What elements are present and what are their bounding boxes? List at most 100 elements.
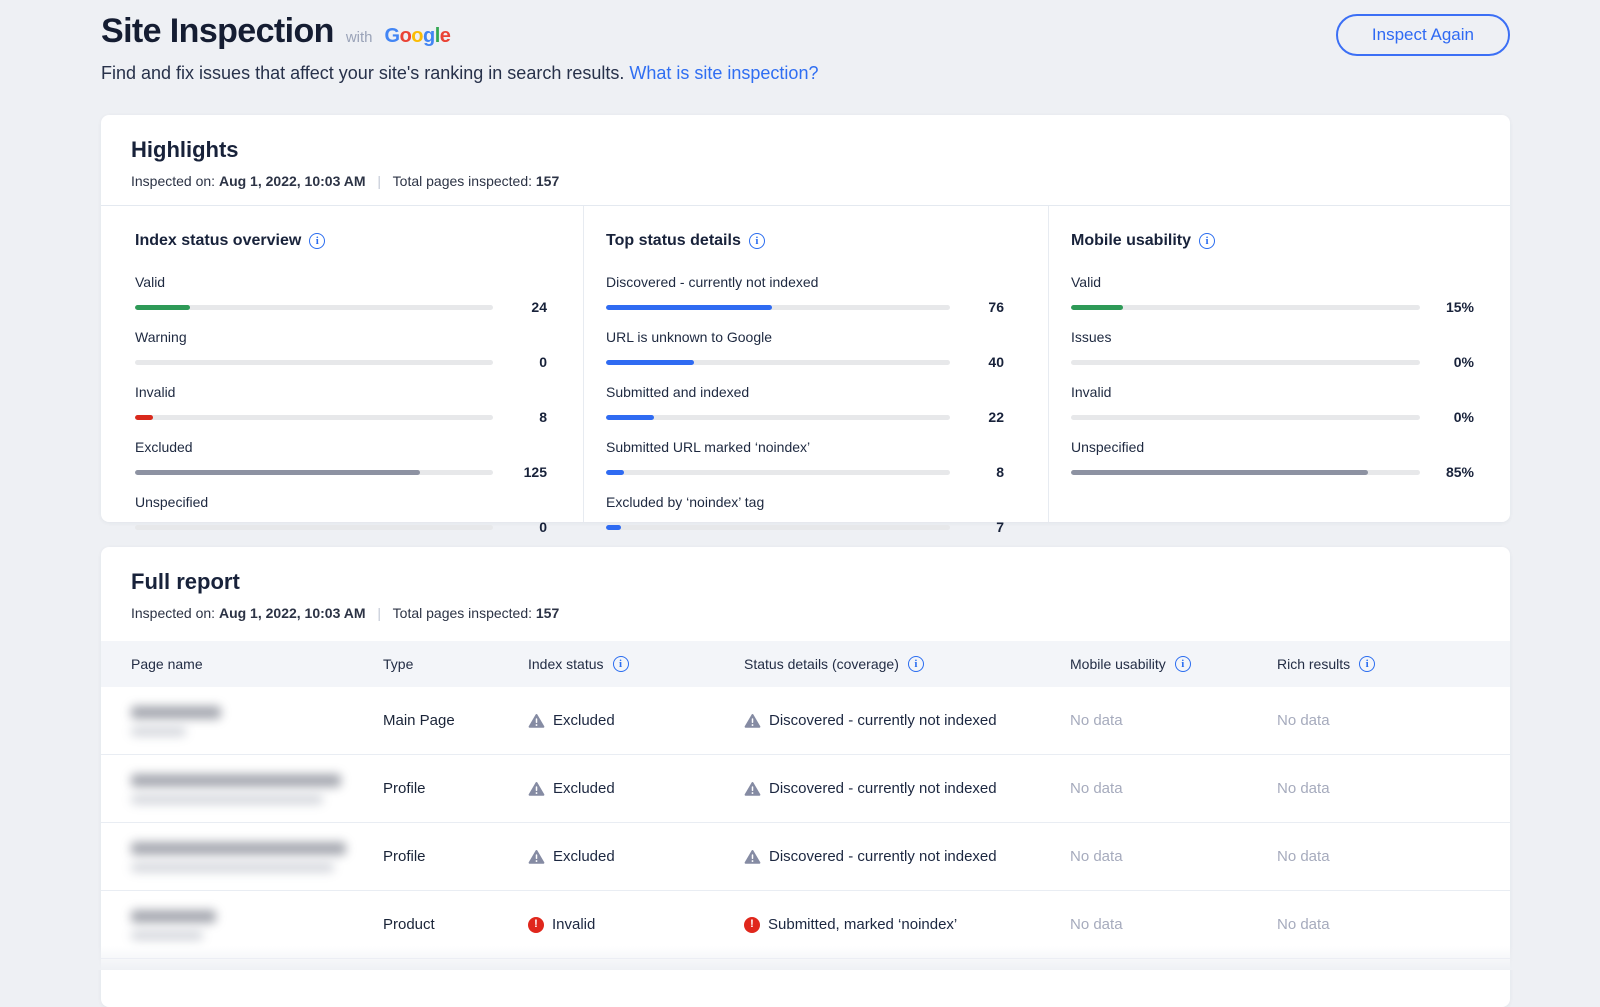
progress-bar-fill — [606, 525, 621, 530]
rich-results-cell: No data — [1277, 712, 1510, 729]
highlights-columns: Index status overviewiValid24Warning0Inv… — [101, 206, 1510, 522]
stat-bar-row: 0% — [1071, 354, 1474, 370]
stat-bar-row: 125 — [135, 464, 547, 480]
status-details-label: Discovered - currently not indexed — [769, 712, 997, 729]
stat-bar-row: 8 — [606, 464, 1004, 480]
stat-bar-row: 40 — [606, 354, 1004, 370]
highlights-card: Highlights Inspected on: Aug 1, 2022, 10… — [101, 115, 1510, 522]
column-header-type: Type — [383, 656, 528, 672]
inspected-on-label: Inspected on: — [131, 173, 215, 189]
stat-row: Submitted and indexed22 — [606, 384, 1004, 425]
stat-value: 0 — [511, 354, 547, 370]
stat-row: Invalid8 — [135, 384, 547, 425]
stat-label: Submitted URL marked ‘noindex’ — [606, 439, 1004, 455]
progress-bar-track — [606, 525, 950, 530]
stat-label: Invalid — [135, 384, 547, 400]
progress-bar-track — [135, 415, 493, 420]
stat-row: Excluded by ‘noindex’ tag7 — [606, 494, 1004, 535]
stat-row: URL is unknown to Google40 — [606, 329, 1004, 370]
mobile-usability-cell: No data — [1070, 780, 1277, 797]
highlights-column-2: Top status detailsiDiscovered - currentl… — [583, 206, 1048, 522]
progress-bar-track — [135, 470, 493, 475]
progress-bar-fill — [606, 305, 772, 310]
page-type-cell: Profile — [383, 848, 528, 865]
progress-bar-fill — [1071, 470, 1368, 475]
highlights-title: Highlights — [131, 137, 1480, 163]
redacted-name-line — [131, 842, 346, 855]
column-header-label: Page name — [131, 656, 203, 672]
column-header-label: Rich results — [1277, 656, 1350, 672]
report-table-header: Page nameTypeIndex statusiStatus details… — [101, 641, 1510, 687]
warning-triangle-icon — [744, 781, 761, 797]
status-details-cell: Discovered - currently not indexed — [744, 848, 1070, 865]
inspected-on-value: Aug 1, 2022, 10:03 AM — [219, 173, 366, 189]
stat-value: 76 — [968, 299, 1004, 315]
rich-results-cell: No data — [1277, 780, 1510, 797]
google-letter: e — [440, 25, 451, 47]
column-header-mobile-usability: Mobile usabilityi — [1070, 656, 1277, 672]
table-row[interactable]: ProfileExcludedDiscovered - currently no… — [101, 755, 1510, 823]
column-header-status-details-coverage: Status details (coverage) i — [744, 656, 1070, 672]
info-icon[interactable]: i — [1199, 233, 1215, 249]
inspected-on-value: Aug 1, 2022, 10:03 AM — [219, 605, 366, 621]
meta-divider: | — [377, 605, 381, 621]
stat-label: Unspecified — [135, 494, 547, 510]
page-subtitle: Find and fix issues that affect your sit… — [101, 63, 624, 83]
info-icon[interactable]: i — [1359, 656, 1375, 672]
progress-bar-track — [606, 470, 950, 475]
progress-bar-fill — [606, 360, 694, 365]
info-icon[interactable]: i — [908, 656, 924, 672]
full-report-title: Full report — [131, 569, 1480, 595]
highlights-header: Highlights Inspected on: Aug 1, 2022, 10… — [101, 115, 1510, 206]
status-details-cell: !Submitted, marked ‘noindex’ — [744, 916, 1070, 933]
warning-triangle-icon — [744, 713, 761, 729]
stat-value: 0% — [1438, 409, 1474, 425]
progress-bar-track — [1071, 360, 1420, 365]
index-status-cell: Excluded — [528, 848, 744, 865]
stat-row: Valid24 — [135, 274, 547, 315]
stat-row: Invalid0% — [1071, 384, 1474, 425]
page-name-redacted — [131, 706, 383, 736]
highlights-column-title: Index status overview i — [135, 232, 547, 250]
page-title: Site Inspection — [101, 12, 334, 51]
highlights-meta: Inspected on: Aug 1, 2022, 10:03 AM | To… — [131, 173, 1480, 189]
info-icon[interactable]: i — [749, 233, 765, 249]
table-row[interactable]: Product!Invalid!Submitted, marked ‘noind… — [101, 891, 1510, 959]
highlights-column-title: Mobile usability i — [1071, 232, 1474, 250]
google-logo: Google — [385, 25, 451, 48]
progress-bar-fill — [135, 415, 153, 420]
redacted-url-line — [131, 727, 186, 736]
stat-bar-row: 76 — [606, 299, 1004, 315]
index-status-cell: Excluded — [528, 780, 744, 797]
info-icon[interactable]: i — [309, 233, 325, 249]
stat-row: Discovered - currently not indexed 76 — [606, 274, 1004, 315]
stat-label: Discovered - currently not indexed — [606, 274, 1004, 290]
warning-triangle-icon — [528, 713, 545, 729]
what-is-site-inspection-link[interactable]: What is site inspection? — [629, 63, 818, 83]
status-details-cell: Discovered - currently not indexed — [744, 780, 1070, 797]
info-icon[interactable]: i — [613, 656, 629, 672]
column-title-text: Mobile usability — [1071, 232, 1191, 250]
column-title-text: Index status overview — [135, 232, 301, 250]
full-report-card: Full report Inspected on: Aug 1, 2022, 1… — [101, 547, 1510, 1007]
index-status-label: Excluded — [553, 712, 615, 729]
redacted-url-line — [131, 863, 334, 872]
redacted-url-line — [131, 931, 203, 940]
progress-bar-track — [135, 525, 493, 530]
stat-value: 85% — [1438, 464, 1474, 480]
redacted-url-line — [131, 795, 323, 804]
index-status-label: Excluded — [553, 780, 615, 797]
table-row[interactable]: ProfileExcludedDiscovered - currently no… — [101, 823, 1510, 891]
stat-bar-row: 22 — [606, 409, 1004, 425]
table-row[interactable]: Main PageExcludedDiscovered - currently … — [101, 687, 1510, 755]
stat-label: Valid — [135, 274, 547, 290]
stat-row: Unspecified 0 — [135, 494, 547, 535]
progress-bar-track — [1071, 470, 1420, 475]
status-details-cell: Discovered - currently not indexed — [744, 712, 1070, 729]
progress-bar-track — [606, 415, 950, 420]
column-header-label: Status details (coverage) — [744, 656, 899, 672]
stat-value: 0 — [511, 519, 547, 535]
stat-bar-row: 0% — [1071, 409, 1474, 425]
inspect-again-button[interactable]: Inspect Again — [1336, 14, 1510, 56]
info-icon[interactable]: i — [1175, 656, 1191, 672]
